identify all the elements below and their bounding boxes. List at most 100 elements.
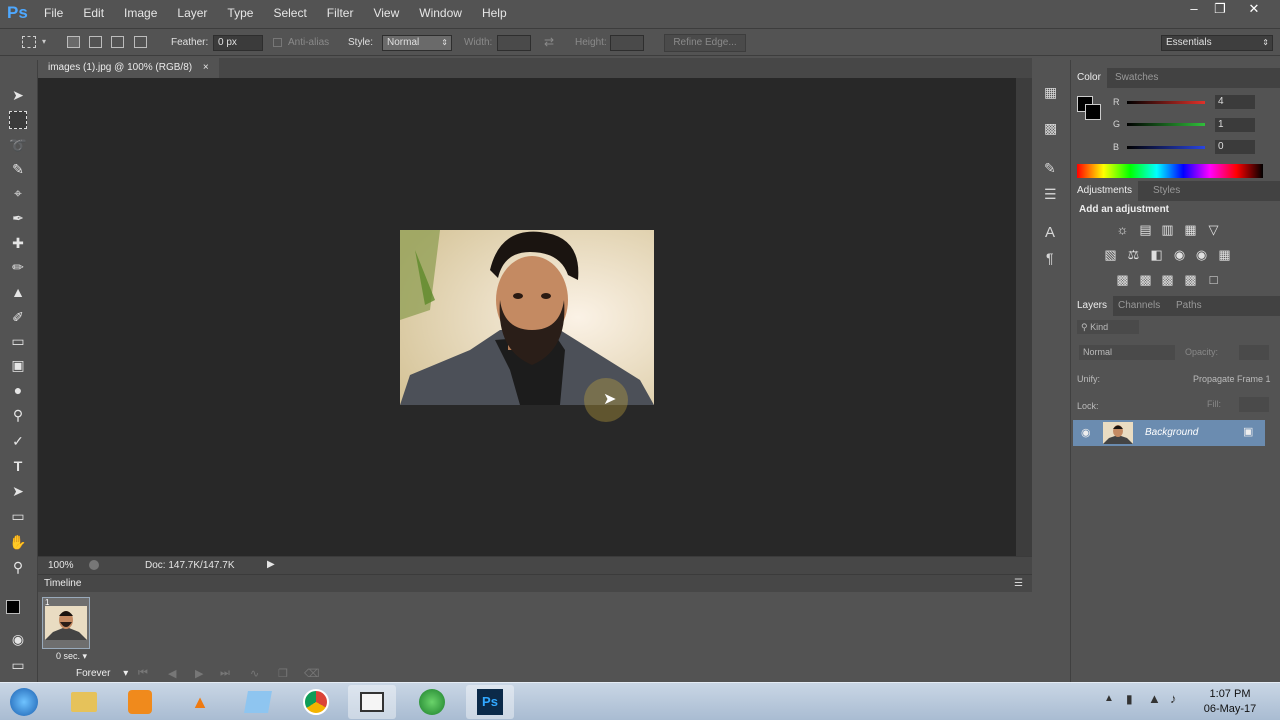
close-icon[interactable]: ✕ — [1242, 0, 1266, 18]
menu-select[interactable]: Select — [263, 0, 316, 26]
rectangle-tool-icon[interactable]: ▭ — [9, 507, 27, 525]
properties-icon[interactable]: ▩ — [1044, 120, 1057, 137]
layer-filter-select[interactable]: ⚲ Kind — [1077, 320, 1139, 334]
color-lookup-icon[interactable]: ▦ — [1217, 247, 1232, 262]
duplicate-frame-icon[interactable]: ❐ — [278, 667, 288, 680]
clone-stamp-icon[interactable]: ▲ — [9, 283, 27, 301]
new-selection-icon[interactable] — [67, 36, 80, 48]
blur-icon[interactable]: ● — [9, 381, 27, 399]
dodge-icon[interactable]: ⚲ — [9, 406, 27, 424]
tab-swatches[interactable]: Swatches — [1109, 68, 1164, 88]
pen-tool-icon[interactable]: ✓ — [9, 432, 27, 450]
threshold-icon[interactable]: ▩ — [1160, 272, 1175, 287]
quick-selection-icon[interactable]: ✎ — [9, 160, 27, 178]
subtract-selection-icon[interactable] — [111, 36, 124, 48]
brush-presets-icon[interactable]: ☰ — [1044, 186, 1057, 203]
document-image[interactable] — [400, 230, 654, 405]
history-brush-icon[interactable]: ✐ — [9, 308, 27, 326]
vertical-scrollbar[interactable] — [1016, 78, 1032, 556]
feather-input[interactable]: 0 px — [213, 35, 263, 51]
style-select[interactable]: Normal ⇕ — [382, 35, 452, 51]
menu-image[interactable]: Image — [114, 0, 167, 26]
screen-mode-icon[interactable]: ▭ — [9, 656, 27, 674]
clock[interactable]: 1:07 PM 06-May-17 — [1196, 687, 1264, 717]
selective-color-icon[interactable]: □ — [1206, 272, 1221, 287]
tray-expand-icon[interactable]: ▲ — [1104, 693, 1114, 704]
color-ramp[interactable] — [1077, 164, 1263, 178]
canvas-area[interactable]: ➤ — [38, 78, 1016, 556]
history-icon[interactable]: ▦ — [1044, 84, 1057, 101]
crop-tool-icon[interactable]: ⌖ — [9, 184, 27, 202]
zoom-tool-icon[interactable]: ⚲ — [9, 558, 27, 576]
color-balance-icon[interactable]: ⚖ — [1126, 247, 1141, 262]
network-icon[interactable] — [408, 685, 456, 719]
add-selection-icon[interactable] — [89, 36, 102, 48]
tab-paths[interactable]: Paths — [1170, 296, 1208, 316]
status-icon[interactable] — [89, 560, 99, 570]
start-button[interactable] — [2, 685, 46, 719]
brightness-icon[interactable]: ☼ — [1115, 222, 1130, 237]
hue-saturation-icon[interactable]: ▧ — [1103, 247, 1118, 262]
media-player-icon[interactable] — [116, 685, 164, 719]
marquee-preset-icon[interactable] — [22, 36, 36, 48]
marquee-tool-icon[interactable] — [9, 111, 27, 129]
next-frame-icon[interactable]: ⏭ — [220, 667, 230, 680]
animation-frame[interactable]: 1 — [42, 597, 90, 649]
blue-value[interactable]: 0 — [1215, 140, 1255, 154]
channel-mixer-icon[interactable]: ◉ — [1194, 247, 1209, 262]
character-icon[interactable]: A — [1045, 224, 1055, 241]
quick-mask-icon[interactable]: ◉ — [9, 630, 27, 648]
menu-edit[interactable]: Edit — [73, 0, 114, 26]
tab-close-icon[interactable]: × — [203, 62, 209, 73]
layer-name[interactable]: Background — [1145, 427, 1198, 438]
antialias-checkbox[interactable] — [273, 38, 282, 47]
menu-view[interactable]: View — [363, 0, 409, 26]
curves-icon[interactable]: ▥ — [1160, 222, 1175, 237]
paragraph-icon[interactable]: ¶ — [1046, 250, 1054, 266]
photo-filter-icon[interactable]: ◉ — [1172, 247, 1187, 262]
document-tab[interactable]: images (1).jpg @ 100% (RGB/8) × — [38, 58, 219, 78]
red-slider[interactable] — [1127, 101, 1205, 104]
background-swatch[interactable] — [1085, 104, 1101, 120]
tab-color[interactable]: Color — [1071, 68, 1107, 88]
swap-icon[interactable]: ⇄ — [544, 35, 554, 49]
height-input[interactable] — [610, 35, 644, 51]
intersect-selection-icon[interactable] — [134, 36, 147, 48]
gradient-map-icon[interactable]: ▩ — [1183, 272, 1198, 287]
wifi-icon[interactable]: ▲ — [1148, 691, 1161, 706]
video-app-icon[interactable] — [348, 685, 396, 719]
green-value[interactable]: 1 — [1215, 118, 1255, 132]
menu-help[interactable]: Help — [472, 0, 517, 26]
gradient-icon[interactable]: ▣ — [9, 356, 27, 374]
chevron-down-icon[interactable]: ▾ — [42, 37, 46, 46]
tab-layers[interactable]: Layers — [1071, 296, 1114, 316]
photoshop-taskbar-icon[interactable]: Ps — [466, 685, 514, 719]
battery-icon[interactable]: ▮ — [1126, 692, 1133, 706]
propagate-frame-label[interactable]: Propagate Frame 1 — [1193, 374, 1271, 384]
invert-icon[interactable]: ▩ — [1115, 272, 1130, 287]
move-tool-icon[interactable]: ➤ — [9, 86, 27, 104]
delete-frame-icon[interactable]: ⌫ — [304, 667, 320, 680]
play-arrow-icon[interactable]: ▶ — [267, 559, 275, 570]
first-frame-icon[interactable]: ⏮ — [138, 667, 148, 680]
vlc-icon[interactable]: ▲ — [176, 685, 224, 719]
black-white-icon[interactable]: ◧ — [1149, 247, 1164, 262]
chrome-icon[interactable] — [292, 685, 340, 719]
panel-menu-icon[interactable]: ☰ — [1014, 578, 1023, 589]
path-selection-icon[interactable]: ➤ — [9, 482, 27, 500]
frame-delay[interactable]: 0 sec. ▾ — [56, 651, 87, 662]
tween-icon[interactable]: ∿ — [250, 667, 259, 680]
menu-layer[interactable]: Layer — [167, 0, 217, 26]
menu-filter[interactable]: Filter — [317, 0, 364, 26]
brush-panel-icon[interactable]: ✎ — [1044, 160, 1056, 177]
width-input[interactable] — [497, 35, 531, 51]
foreground-color-swatch[interactable] — [6, 600, 20, 614]
prev-frame-icon[interactable]: ◀ — [168, 667, 176, 680]
refine-edge-button[interactable]: Refine Edge... — [664, 34, 746, 52]
levels-icon[interactable]: ▤ — [1138, 222, 1153, 237]
eraser-icon[interactable]: ▭ — [9, 332, 27, 350]
minimize-icon[interactable]: – — [1182, 0, 1206, 18]
tab-adjustments[interactable]: Adjustments — [1071, 181, 1139, 201]
menu-file[interactable]: File — [34, 0, 73, 26]
menu-window[interactable]: Window — [409, 0, 472, 26]
